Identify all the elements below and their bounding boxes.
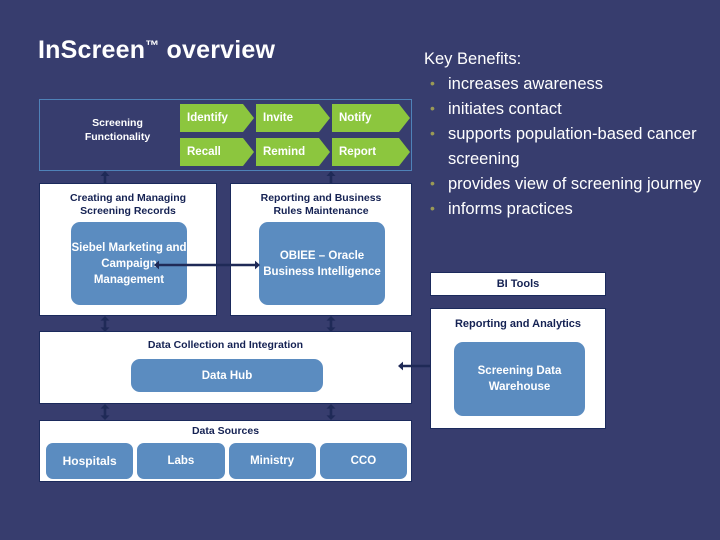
panel-reporting-rules-heading-line-1: Reporting and Business <box>260 192 382 204</box>
chevron-notify[interactable]: Notify <box>332 104 410 132</box>
data-source-ministry[interactable]: Ministry <box>228 443 316 479</box>
screening-chevron-row-top: Identify Invite Notify <box>180 104 410 132</box>
arrow-reporting-to-collection <box>325 316 337 332</box>
key-benefits-block: Key Benefits: increases awareness initia… <box>424 48 714 222</box>
trademark-symbol: ™ <box>145 37 160 53</box>
screening-functionality-label: Screening Functionality <box>50 116 185 144</box>
data-source-cco[interactable]: CCO <box>319 443 407 479</box>
key-benefit-item: initiates contact <box>424 96 714 122</box>
screening-chevron-row-bottom: Recall Remind Report <box>180 138 410 166</box>
chevron-invite[interactable]: Invite <box>256 104 330 132</box>
screening-label-line-1: Screening <box>92 117 143 129</box>
panel-data-sources-heading: Data Sources <box>191 425 260 437</box>
panel-reporting-analytics: Reporting and Analytics Screening Data W… <box>430 308 606 429</box>
key-benefit-item: supports population-based cancer screeni… <box>424 121 714 172</box>
data-source-list: Hospitals Labs Ministry CCO <box>46 443 407 479</box>
panel-data-sources: Data Sources Hospitals Labs Ministry CCO <box>39 420 412 482</box>
arrow-collection-to-sources-right <box>325 404 337 420</box>
arrow-siebel-obiee <box>154 259 260 271</box>
key-benefit-item: provides view of screening journey <box>424 171 714 197</box>
chevron-identify[interactable]: Identify <box>180 104 254 132</box>
screening-label-line-2: Functionality <box>84 131 151 143</box>
chevron-remind[interactable]: Remind <box>256 138 330 166</box>
key-benefit-item: informs practices <box>424 196 714 222</box>
panel-bi-tools: BI Tools <box>430 272 606 296</box>
panel-reporting-rules: Reporting and Business Rules Maintenance… <box>230 183 412 316</box>
data-source-labs[interactable]: Labs <box>137 443 225 479</box>
arrow-records-to-collection <box>99 316 111 332</box>
panel-reporting-rules-heading-line-2: Rules Maintenance <box>273 205 369 217</box>
panel-data-collection: Data Collection and Integration Data Hub <box>39 331 412 404</box>
screening-functionality-panel: Screening Functionality Identify Invite … <box>39 99 412 171</box>
panel-reporting-analytics-heading: Reporting and Analytics <box>454 318 582 330</box>
panel-data-collection-heading: Data Collection and Integration <box>147 339 304 351</box>
panel-screening-records: Creating and Managing Screening Records … <box>39 183 217 316</box>
arrow-collection-to-sources-left <box>99 404 111 420</box>
chevron-recall[interactable]: Recall <box>180 138 254 166</box>
data-hub-box[interactable]: Data Hub <box>131 359 323 392</box>
page-title: InScreen™ overview <box>38 36 275 65</box>
chevron-report[interactable]: Report <box>332 138 410 166</box>
panel-screening-records-heading-line-2: Screening Records <box>80 205 176 217</box>
data-source-hospitals[interactable]: Hospitals <box>46 443 134 479</box>
screening-data-warehouse-box[interactable]: Screening Data Warehouse <box>454 342 585 416</box>
obiee-box[interactable]: OBIEE – Oracle Business Intelligence <box>259 222 385 305</box>
panel-bi-tools-heading: BI Tools <box>496 278 540 290</box>
panel-screening-records-heading: Creating and Managing Screening Records <box>40 192 216 218</box>
key-benefits-title: Key Benefits: <box>424 50 522 68</box>
page-title-suffix: overview <box>159 36 276 64</box>
key-benefit-item: increases awareness <box>424 71 714 97</box>
panel-screening-records-heading-line-1: Creating and Managing <box>69 192 187 204</box>
page-title-main: InScreen <box>38 36 146 64</box>
slide-canvas: InScreen™ overview Screening Functionali… <box>0 0 720 540</box>
key-benefits-list: increases awareness initiates contact su… <box>424 71 714 222</box>
panel-reporting-rules-heading: Reporting and Business Rules Maintenance <box>231 192 411 218</box>
